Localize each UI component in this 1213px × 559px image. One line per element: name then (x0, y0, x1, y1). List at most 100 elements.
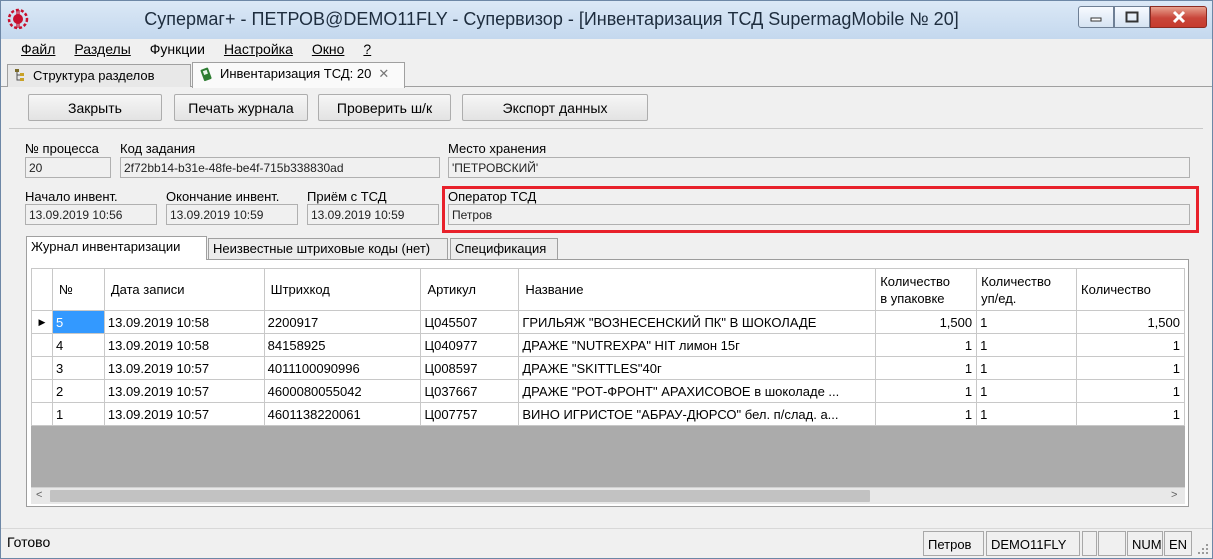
col-header-article[interactable]: Артикул (420, 268, 520, 311)
table-row[interactable]: 3 13.09.2019 10:57 4011100090996 Ц008597… (31, 356, 1185, 380)
cell-name[interactable]: ДРАЖЕ "NUTREXPA" HIT лимон 15г (518, 333, 877, 357)
tab-close-icon[interactable]: ✕ (378, 66, 389, 82)
cell-article[interactable]: Ц040977 (420, 333, 520, 357)
table-row[interactable]: ▶ 5 13.09.2019 10:58 2200917 Ц045507 ГРИ… (31, 310, 1185, 334)
cell-qty-unit[interactable]: 1 (976, 310, 1078, 334)
cell-name[interactable]: ДРАЖЕ "РОТ-ФРОНТ" АРАХИСОВОЕ в шоколаде … (518, 379, 877, 403)
start-field[interactable]: 13.09.2019 10:56 (25, 204, 157, 225)
minimize-icon (1090, 17, 1102, 22)
col-header-no[interactable]: № (51, 268, 105, 311)
storage-field[interactable]: 'ПЕТРОВСКИЙ' (448, 157, 1190, 178)
journal-panel: № Дата записи Штрихкод Артикул Название … (26, 259, 1189, 507)
cell-no[interactable]: 3 (51, 356, 105, 380)
cell-qty[interactable]: 1 (1076, 333, 1185, 357)
row-marker (31, 402, 53, 426)
cell-barcode[interactable]: 4600080055042 (263, 379, 422, 403)
process-no-field[interactable]: 20 (25, 157, 111, 178)
app-window: Супермаг+ - ПЕТРОВ@DEMO11FLY - Супервизо… (0, 0, 1213, 559)
cell-qty-unit[interactable]: 1 (976, 356, 1078, 380)
cell-date[interactable]: 13.09.2019 10:57 (103, 402, 265, 426)
col-header-date[interactable]: Дата записи (103, 268, 265, 311)
scroll-left-icon[interactable]: < (36, 489, 42, 501)
cell-qty[interactable]: 1 (1076, 402, 1185, 426)
col-header-name[interactable]: Название (518, 268, 877, 311)
cell-qty-pack[interactable]: 1 (875, 402, 978, 426)
cell-barcode[interactable]: 2200917 (263, 310, 422, 334)
restore-icon (1125, 11, 1139, 23)
cell-date[interactable]: 13.09.2019 10:57 (103, 379, 265, 403)
scroll-right-icon[interactable]: > (1171, 489, 1177, 501)
menu-window[interactable]: Окно (312, 39, 345, 61)
maximize-button[interactable] (1114, 6, 1150, 28)
col-header-qty-unit[interactable]: Количество уп/ед. (976, 268, 1078, 311)
journal-grid[interactable]: № Дата записи Штрихкод Артикул Название … (31, 268, 1185, 487)
cell-article[interactable]: Ц045507 (420, 310, 520, 334)
print-journal-button[interactable]: Печать журнала (174, 94, 308, 121)
menu-sections[interactable]: Разделы (74, 39, 130, 61)
menu-bar: Файл Разделы Функции Настройка Окно ? (1, 39, 1212, 61)
cell-article[interactable]: Ц007757 (420, 402, 520, 426)
cell-qty-pack[interactable]: 1,500 (875, 310, 978, 334)
minimize-button[interactable] (1078, 6, 1114, 28)
tree-icon (15, 69, 24, 81)
menu-settings[interactable]: Настройка (224, 39, 293, 61)
cell-article[interactable]: Ц037667 (420, 379, 520, 403)
cell-date[interactable]: 13.09.2019 10:58 (103, 310, 265, 334)
menu-sections-label: Разделы (74, 41, 131, 57)
menu-help[interactable]: ? (363, 39, 371, 61)
horizontal-scrollbar[interactable]: < > (31, 487, 1185, 504)
check-barcode-button[interactable]: Проверить ш/к (318, 94, 451, 121)
cell-barcode[interactable]: 84158925 (263, 333, 422, 357)
export-data-button[interactable]: Экспорт данных (462, 94, 648, 121)
cell-qty[interactable]: 1 (1076, 379, 1185, 403)
title-bar[interactable]: Супермаг+ - ПЕТРОВ@DEMO11FLY - Супервизо… (1, 1, 1212, 39)
close-window-button[interactable] (1150, 6, 1207, 28)
cell-article[interactable]: Ц008597 (420, 356, 520, 380)
col-header-qty[interactable]: Количество (1076, 268, 1185, 311)
menu-window-label: Окно (311, 41, 345, 57)
task-code-label: Код задания (120, 141, 196, 156)
cell-name[interactable]: ДРАЖЕ "SKITTLES"40г (518, 356, 877, 380)
cell-qty-pack[interactable]: 1 (875, 379, 978, 403)
task-code-field[interactable]: 2f72bb14-b31e-48fe-be4f-715b338830ad (120, 157, 440, 178)
resize-grip-icon[interactable] (1197, 543, 1209, 555)
cell-no[interactable]: 2 (51, 379, 105, 403)
tab-structure[interactable]: Структура разделов (7, 64, 191, 87)
close-button[interactable]: Закрыть (28, 94, 162, 121)
table-row[interactable]: 2 13.09.2019 10:57 4600080055042 Ц037667… (31, 379, 1185, 403)
cell-qty-pack[interactable]: 1 (875, 356, 978, 380)
close-icon (1172, 10, 1185, 24)
tab-specification[interactable]: Спецификация (450, 238, 558, 259)
cell-qty-unit[interactable]: 1 (976, 333, 1078, 357)
tab-structure-label: Структура разделов (33, 68, 155, 83)
tab-unknown-barcodes[interactable]: Неизвестные штриховые коды (нет) (208, 238, 448, 259)
document-tabs: Структура разделов Инвентаризация ТСД: 2… (1, 61, 1212, 88)
receive-field[interactable]: 13.09.2019 10:59 (307, 204, 439, 225)
cell-qty[interactable]: 1 (1076, 356, 1185, 380)
tab-inventory-label: Инвентаризация ТСД: 20 (220, 66, 372, 81)
col-header-qty-pack[interactable]: Количество в упаковке (875, 268, 978, 311)
cell-qty[interactable]: 1,500 (1076, 310, 1185, 334)
cell-qty-unit[interactable]: 1 (976, 402, 1078, 426)
cell-name[interactable]: ГРИЛЬЯЖ "ВОЗНЕСЕНСКИЙ ПК" В ШОКОЛАДЕ (518, 310, 877, 334)
row-marker-header (31, 268, 53, 311)
table-row[interactable]: 4 13.09.2019 10:58 84158925 Ц040977 ДРАЖ… (31, 333, 1185, 357)
cell-qty-unit[interactable]: 1 (976, 379, 1078, 403)
tab-inventory[interactable]: Инвентаризация ТСД: 20 ✕ (192, 62, 405, 88)
cell-no[interactable]: 5 (51, 310, 105, 334)
tab-journal[interactable]: Журнал инвентаризации (26, 236, 207, 260)
cell-date[interactable]: 13.09.2019 10:58 (103, 333, 265, 357)
menu-file[interactable]: Файл (21, 39, 55, 61)
cell-no[interactable]: 1 (51, 402, 105, 426)
col-header-barcode[interactable]: Штрихкод (263, 268, 422, 311)
table-row[interactable]: 1 13.09.2019 10:57 4601138220061 Ц007757… (31, 402, 1185, 426)
cell-barcode[interactable]: 4601138220061 (263, 402, 422, 426)
cell-date[interactable]: 13.09.2019 10:57 (103, 356, 265, 380)
scrollbar-thumb[interactable] (50, 490, 870, 502)
cell-barcode[interactable]: 4011100090996 (263, 356, 422, 380)
cell-no[interactable]: 4 (51, 333, 105, 357)
end-field[interactable]: 13.09.2019 10:59 (166, 204, 298, 225)
cell-qty-pack[interactable]: 1 (875, 333, 978, 357)
cell-name[interactable]: ВИНО ИГРИСТОЕ "АБРАУ-ДЮРСО" бел. п/слад.… (518, 402, 877, 426)
menu-functions[interactable]: Функции (150, 39, 205, 61)
